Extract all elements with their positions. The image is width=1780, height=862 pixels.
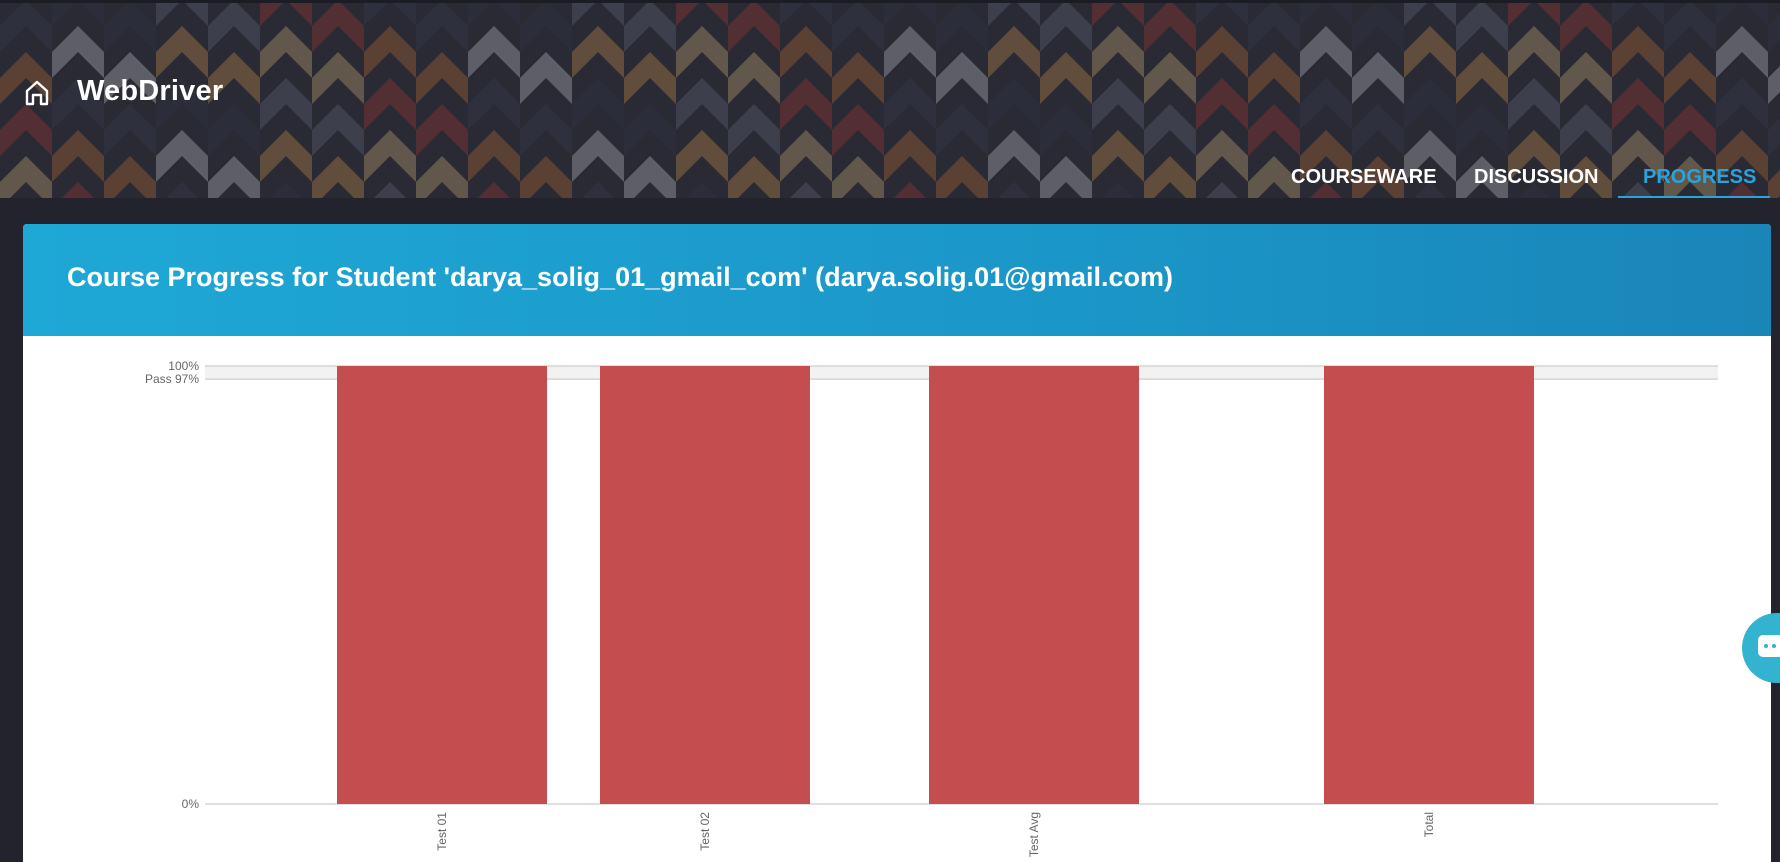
top-border [0,0,1780,3]
progress-chart: 100%Pass 97% 0% Test 01 Test 02 Test Avg Tota… [145,359,1718,857]
x-tick-label: Test 01 [435,812,449,851]
bar [1324,366,1534,804]
tab-discussion[interactable]: DISCUSSION [1474,166,1598,189]
y-tick-label: 0% [182,797,200,811]
chat-icon [1758,635,1780,657]
course-nav: COURSEWARE DISCUSSION PROGRESS [0,160,1780,198]
x-tick-label: Total [1422,812,1436,837]
progress-panel: Course Progress for Student 'darya_solig… [23,224,1771,862]
x-tick-label: Test 02 [698,812,712,851]
course-title: WebDriver [77,75,224,107]
progress-panel-header: Course Progress for Student 'darya_solig… [23,224,1771,336]
home-icon[interactable] [22,78,52,108]
bar [337,366,547,804]
bar [600,366,810,804]
tab-courseware[interactable]: COURSEWARE [1291,166,1437,189]
y-tick-label: 100% [168,359,199,373]
course-header: WebDriver COURSEWARE DISCUSSION PROGRESS [0,0,1780,198]
tab-progress[interactable]: PROGRESS [1643,166,1756,189]
pass-line-label: Pass 97% [145,372,199,386]
active-tab-indicator [1618,196,1770,198]
page-title: Course Progress for Student 'darya_solig… [67,262,1174,292]
bar [929,366,1139,804]
x-tick-label: Test Avg [1027,812,1041,857]
